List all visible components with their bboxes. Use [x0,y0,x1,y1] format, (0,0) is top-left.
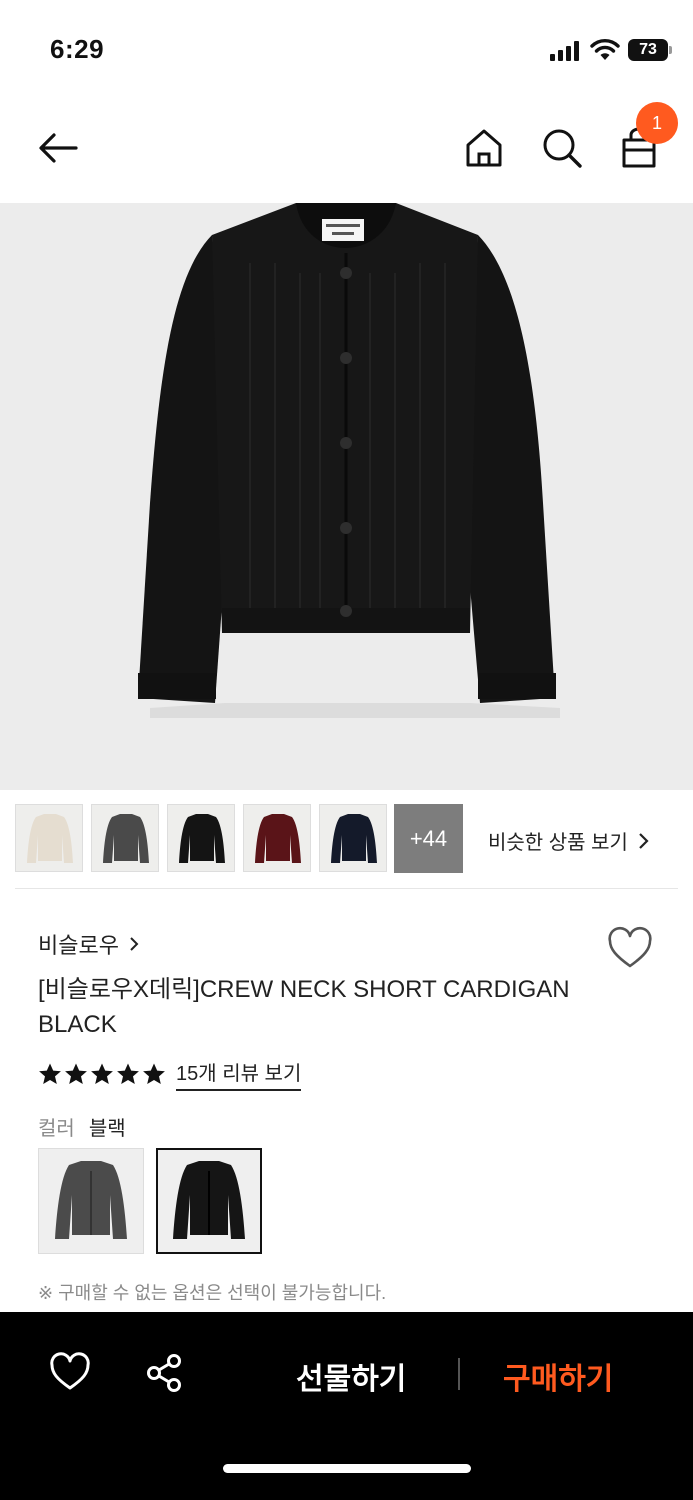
wifi-icon [590,39,620,60]
star-icon [117,1063,139,1084]
bottom-action-bar: 선물하기 구매하기 [0,1312,693,1500]
more-count: +44 [409,826,448,851]
star-icon [143,1063,165,1084]
brand-link[interactable]: 비슬로우 [38,928,139,960]
search-icon[interactable] [540,126,584,170]
buy-button[interactable]: 구매하기 [503,1354,613,1398]
product-main-image[interactable] [0,203,693,790]
heart-icon[interactable] [606,926,654,972]
color-value: 블랙 [88,1118,126,1140]
status-time: 6:29 [50,34,105,64]
thumbnail-black[interactable] [167,804,235,872]
reviews-link[interactable]: 15개 리뷰 보기 [176,1057,302,1091]
home-indicator[interactable] [223,1464,471,1473]
divider [458,1358,460,1390]
back-arrow-icon[interactable] [34,126,84,170]
share-icon[interactable] [144,1352,186,1394]
divider [15,888,678,889]
status-bar: 6:29 73 [0,0,693,95]
gift-button[interactable]: 선물하기 [296,1354,406,1398]
star-icon [39,1063,61,1084]
battery-level: 73 [628,39,668,61]
color-swatch-gray[interactable] [38,1148,144,1254]
similar-products-link[interactable]: 비슷한 상품 보기 [488,826,650,855]
option-notice: ※ 구매할 수 없는 옵션은 선택이 불가능합니다. [38,1283,387,1303]
cellular-signal-icon [550,41,579,61]
cardigan-image [138,203,560,718]
chevron-right-icon [130,937,139,951]
cart-count-badge: 1 [636,102,678,144]
home-icon[interactable] [462,126,506,170]
thumbnail-strip: +44 비슷한 상품 보기 [0,804,693,874]
more-thumbnails-button[interactable]: +44 [394,804,463,873]
thumbnail-ivory[interactable] [15,804,83,872]
similar-products-label: 비슷한 상품 보기 [488,832,628,854]
star-icon [91,1063,113,1084]
color-label: 컬러 [38,1118,75,1140]
color-swatch-black-selected[interactable] [156,1148,262,1254]
star-icon [65,1063,87,1084]
star-rating [38,1062,166,1086]
top-navigation [0,100,693,200]
color-option-row: 컬러 블랙 [38,1112,126,1141]
brand-name: 비슬로우 [38,933,119,958]
chevron-right-icon [639,832,649,849]
battery-icon: 73 [628,39,672,61]
rating-row: 15개 리뷰 보기 [38,1057,302,1091]
thumbnail-navy[interactable] [319,804,387,872]
thumbnail-burgundy[interactable] [243,804,311,872]
thumbnail-charcoal[interactable] [91,804,159,872]
heart-icon[interactable] [48,1352,92,1392]
product-title: [비슬로우X데릭]CREW NECK SHORT CARDIGAN BLACK [38,976,570,1038]
